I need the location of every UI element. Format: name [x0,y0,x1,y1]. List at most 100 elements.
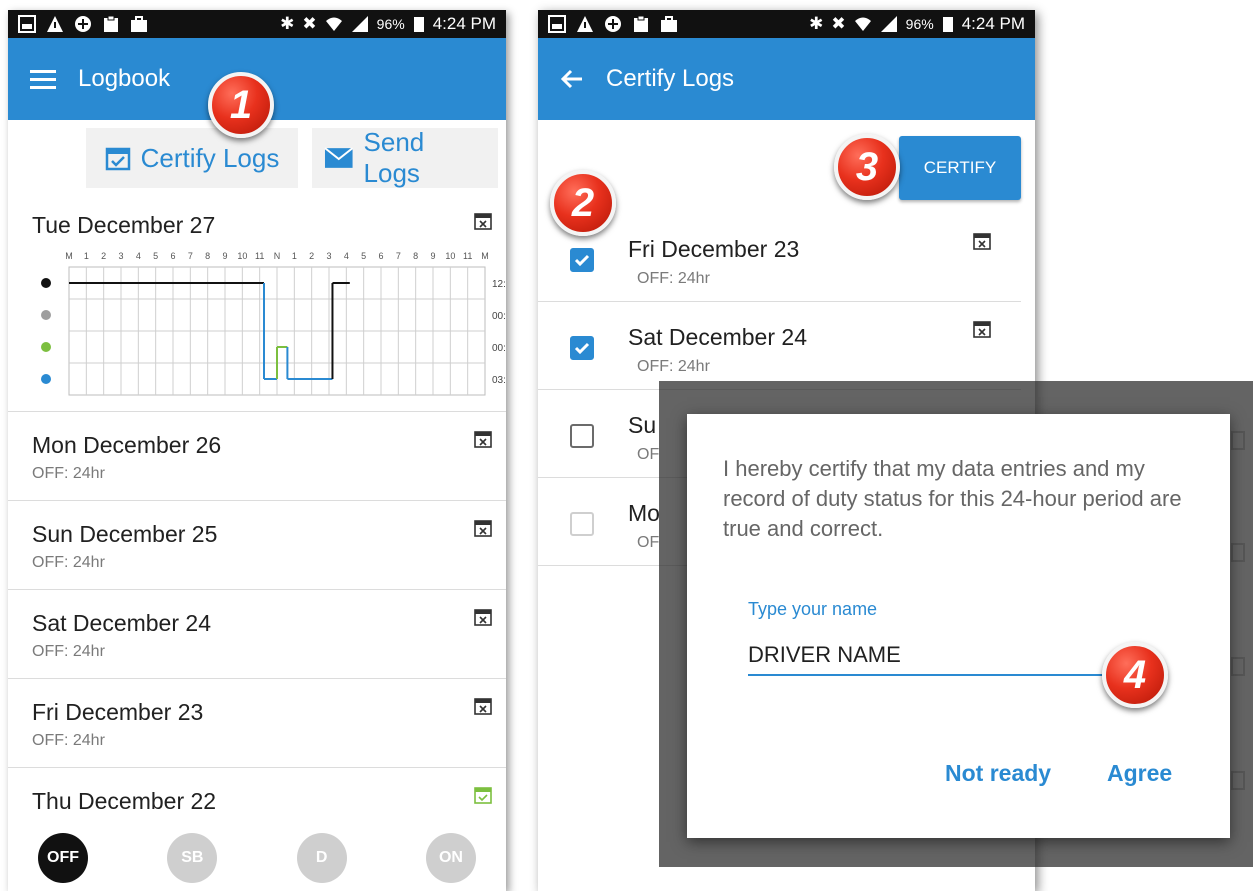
back-arrow-icon[interactable] [560,69,584,89]
chart-tick-label: M [481,251,489,261]
calendar-x-icon [474,213,492,230]
day-title: Fri December 23 [32,699,204,725]
plus-circle-icon [605,16,621,32]
warning-icon [577,16,593,32]
chart-tick-label: 8 [413,251,418,261]
bluetooth-icon: ✱ [280,14,295,33]
calendar-x-icon [474,520,492,537]
chart-tick-label: 11 [255,251,264,261]
certify-day-row[interactable]: Fri December 23 OFF: 24hr [538,214,1021,302]
step-badge-2: 2 [550,170,616,236]
day-checkbox[interactable] [570,248,594,272]
logbook-screen: ✱ ✖ 96% 4:24 PM Logbook Certify Logs Sen… [8,10,506,891]
bluetooth-icon: ✱ [809,14,824,33]
calendar-x-icon [474,609,492,626]
chart-tick-label: 1 [84,251,89,261]
status-total-label: 00:35 [492,343,506,354]
mail-icon [324,147,354,168]
calendar-x-icon [474,431,492,448]
status-total-label: 03:14 [492,375,506,386]
day-title: Su [628,412,657,438]
calendar-icon [1231,771,1245,790]
chart-tick-label: 11 [463,251,472,261]
image-icon [18,15,36,33]
system-icons: ✱ ✖ 96% 4:24 PM [809,14,1025,34]
checkmark-icon [574,342,590,355]
status-marker-on [41,374,51,384]
image-icon [548,15,566,33]
signal-icon [880,16,897,32]
log-day-row[interactable]: Fri December 23 OFF: 24hr [8,679,506,768]
not-ready-button[interactable]: Not ready [945,760,1051,787]
menu-icon[interactable] [30,69,56,89]
chart-tick-label: 9 [430,251,435,261]
chart-tick-label: 9 [222,251,227,261]
day-title: Sat December 24 [32,610,211,636]
agree-button[interactable]: Agree [1107,760,1172,787]
chart-tick-label: 4 [344,251,349,261]
log-day-row[interactable]: Sun December 25 OFF: 24hr [8,501,506,590]
step-badge-3: 3 [834,134,900,200]
day-subtitle: OFF: 24hr [32,554,105,571]
send-logs-button[interactable]: Send Logs [312,127,498,188]
certify-dialog: I hereby certify that my data entries an… [687,414,1230,838]
checkmark-icon [574,254,590,267]
chart-tick-label: 7 [396,251,401,261]
warning-icon [47,16,63,32]
log-day-chart-row[interactable]: Tue December 27 M 1 2 3 4 5 6 7 8 9 10 11 N 1 2 3 4 5 6 7 8 9… [8,198,506,412]
certify-button[interactable]: CERTIFY [899,136,1021,200]
battery-percent: 96% [376,16,405,32]
status-off-button[interactable]: OFF [38,833,88,883]
certify-day-row[interactable]: Sat December 24 OFF: 24hr [538,302,1021,390]
day-checkbox[interactable] [570,424,594,448]
day-checkbox[interactable] [570,512,594,536]
name-field-label: Type your name [748,599,878,619]
day-checkbox[interactable] [570,336,594,360]
log-day-row[interactable]: Sat December 24 OFF: 24hr [8,590,506,679]
status-total-label: 00:00 [492,311,506,322]
chart-tick-label: 6 [170,251,175,261]
chart-tick-label: 4 [136,251,141,261]
app-bar: Certify Logs [538,38,1035,120]
plus-circle-icon [75,16,91,32]
wifi-icon [325,17,342,31]
log-day-row[interactable]: Mon December 26 OFF: 24hr [8,412,506,501]
step-badge-4: 4 [1102,642,1168,708]
calendar-x-icon [474,698,492,715]
chart-tick-label: 5 [361,251,366,261]
duty-status-bar: OFF SB D ON [8,825,506,891]
status-on-button[interactable]: ON [425,833,476,883]
calendar-check-icon [474,787,492,804]
page-title: Certify Logs [606,65,735,92]
chart-tick-label: 3 [118,251,123,261]
chart-tick-label: 7 [188,251,193,261]
calendar-icon [1231,543,1245,562]
status-marker-off [41,278,51,288]
certify-logs-button[interactable]: Certify Logs [86,128,298,188]
calendar-icon [1231,657,1245,676]
certification-statement: I hereby certify that my data entries an… [723,456,1182,541]
system-icons: ✱ ✖ 96% 4:24 PM [280,14,496,34]
chart-tick-label: 1 [292,251,297,261]
chart-tick-label: 8 [205,251,210,261]
chart-tick-label: 5 [153,251,158,261]
status-bar: ✱ ✖ 96% 4:24 PM [538,10,1035,38]
signal-icon [351,16,368,32]
status-marker-d [41,342,51,352]
status-sb-button[interactable]: SB [167,833,218,883]
briefcase-icon [661,16,677,32]
day-subtitle: OF [637,534,660,551]
day-title: Sun December 25 [32,521,218,547]
status-marker-sb [41,310,51,320]
notification-icons [18,15,148,33]
day-subtitle: OFF: 24hr [637,270,710,287]
wifi-icon [854,17,871,31]
status-d-button[interactable]: D [296,833,347,883]
battery-icon [413,17,424,32]
notification-icons [548,15,678,33]
day-title: Sat December 24 [628,324,807,350]
send-logs-label: Send Logs [363,127,425,188]
chart-tick-label: N [274,251,281,261]
clipboard-icon [634,15,648,32]
day-title: Fri December 23 [628,236,800,262]
